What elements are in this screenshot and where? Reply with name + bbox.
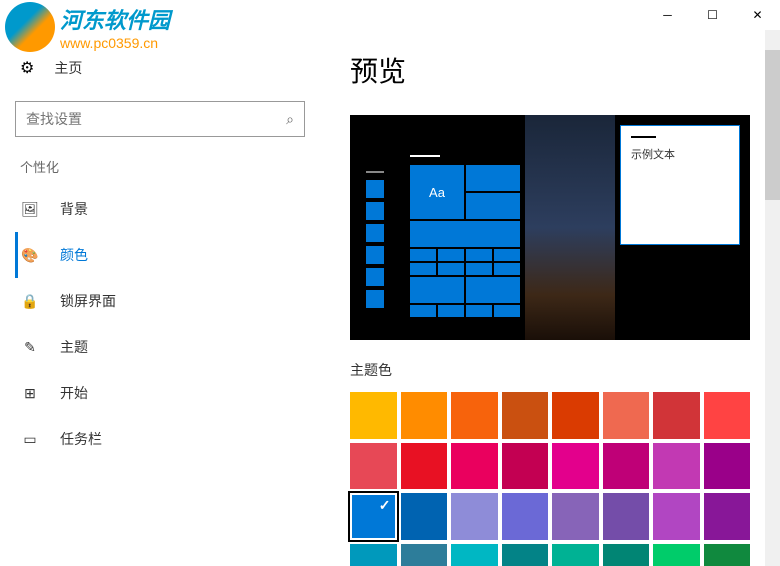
color-swatch[interactable] <box>704 544 751 566</box>
preview-box: Aa 示例文本 <box>350 115 750 340</box>
color-swatch[interactable] <box>552 392 599 439</box>
color-swatch[interactable] <box>350 544 397 566</box>
nav-item-1[interactable]: 🎨 颜色 <box>15 232 305 278</box>
color-swatch[interactable] <box>653 443 700 490</box>
nav-item-0[interactable]: 🖼 背景 <box>15 186 305 232</box>
color-swatch[interactable] <box>401 443 448 490</box>
color-swatch[interactable] <box>451 493 498 540</box>
search-input[interactable] <box>26 111 286 127</box>
color-swatch[interactable] <box>350 443 397 490</box>
nav-icon: 🔒 <box>20 293 40 310</box>
nav-item-4[interactable]: ⊞ 开始 <box>15 370 305 416</box>
color-swatch[interactable] <box>653 493 700 540</box>
nav-icon: 🖼 <box>20 201 40 218</box>
color-swatch[interactable] <box>350 493 397 540</box>
nav-icon: 🎨 <box>20 247 40 264</box>
nav-icon: ⊞ <box>20 385 40 402</box>
page-title: 预览 <box>350 50 750 90</box>
color-swatch[interactable] <box>653 392 700 439</box>
color-swatch[interactable] <box>603 544 650 566</box>
nav-item-2[interactable]: 🔒 锁屏界面 <box>15 278 305 324</box>
color-swatch[interactable] <box>704 493 751 540</box>
color-swatch[interactable] <box>401 544 448 566</box>
color-swatch[interactable] <box>401 392 448 439</box>
color-swatch[interactable] <box>502 544 549 566</box>
color-grid <box>350 392 750 566</box>
nav-label: 开始 <box>60 383 88 403</box>
preview-start-menu: Aa <box>410 155 520 335</box>
search-box[interactable]: ⌕ <box>15 101 305 137</box>
nav-label: 任务栏 <box>60 429 102 449</box>
color-swatch[interactable] <box>502 392 549 439</box>
color-swatch[interactable] <box>451 392 498 439</box>
color-swatch[interactable] <box>350 392 397 439</box>
color-swatch[interactable] <box>653 544 700 566</box>
nav-item-3[interactable]: ✎ 主题 <box>15 324 305 370</box>
preview-window-text: 示例文本 <box>631 146 729 162</box>
nav-item-5[interactable]: ▭ 任务栏 <box>15 416 305 462</box>
color-swatch[interactable] <box>704 392 751 439</box>
search-icon: ⌕ <box>286 111 294 128</box>
preview-tile-large: Aa <box>410 165 464 219</box>
home-link[interactable]: ⚙ 主页 <box>15 50 305 86</box>
nav-label: 背景 <box>60 199 88 219</box>
category-label: 个性化 <box>15 157 305 176</box>
color-swatch[interactable] <box>552 443 599 490</box>
nav-icon: ✎ <box>20 339 40 356</box>
color-swatch[interactable] <box>451 544 498 566</box>
titlebar: 设置 ─ ☐ ✕ <box>0 0 780 30</box>
theme-color-label: 主题色 <box>350 360 750 380</box>
preview-wallpaper <box>525 115 615 340</box>
color-swatch[interactable] <box>552 493 599 540</box>
color-swatch[interactable] <box>603 443 650 490</box>
scrollbar[interactable] <box>765 30 780 566</box>
main-content: 预览 Aa <box>320 30 780 566</box>
nav-label: 锁屏界面 <box>60 291 116 311</box>
color-swatch[interactable] <box>502 443 549 490</box>
sidebar: ⚙ 主页 ⌕ 个性化 🖼 背景 🎨 颜色 🔒 锁屏界面 ✎ 主题 ⊞ 开始 ▭ 任务栏 <box>0 30 320 566</box>
maximize-button[interactable]: ☐ <box>690 0 735 30</box>
nav-list: 🖼 背景 🎨 颜色 🔒 锁屏界面 ✎ 主题 ⊞ 开始 ▭ 任务栏 <box>15 186 305 462</box>
home-label: 主页 <box>54 58 82 78</box>
window-title: 设置 <box>10 7 34 24</box>
color-swatch[interactable] <box>603 493 650 540</box>
nav-icon: ▭ <box>20 431 40 448</box>
close-button[interactable]: ✕ <box>735 0 780 30</box>
minimize-button[interactable]: ─ <box>645 0 690 30</box>
preview-window: 示例文本 <box>620 125 740 245</box>
color-swatch[interactable] <box>704 443 751 490</box>
color-swatch[interactable] <box>401 493 448 540</box>
nav-label: 主题 <box>60 337 88 357</box>
preview-taskbar <box>360 165 390 335</box>
gear-icon: ⚙ <box>20 58 34 78</box>
color-swatch[interactable] <box>502 493 549 540</box>
color-swatch[interactable] <box>603 392 650 439</box>
color-swatch[interactable] <box>552 544 599 566</box>
color-swatch[interactable] <box>451 443 498 490</box>
nav-label: 颜色 <box>60 245 88 265</box>
scrollbar-thumb[interactable] <box>765 50 780 200</box>
